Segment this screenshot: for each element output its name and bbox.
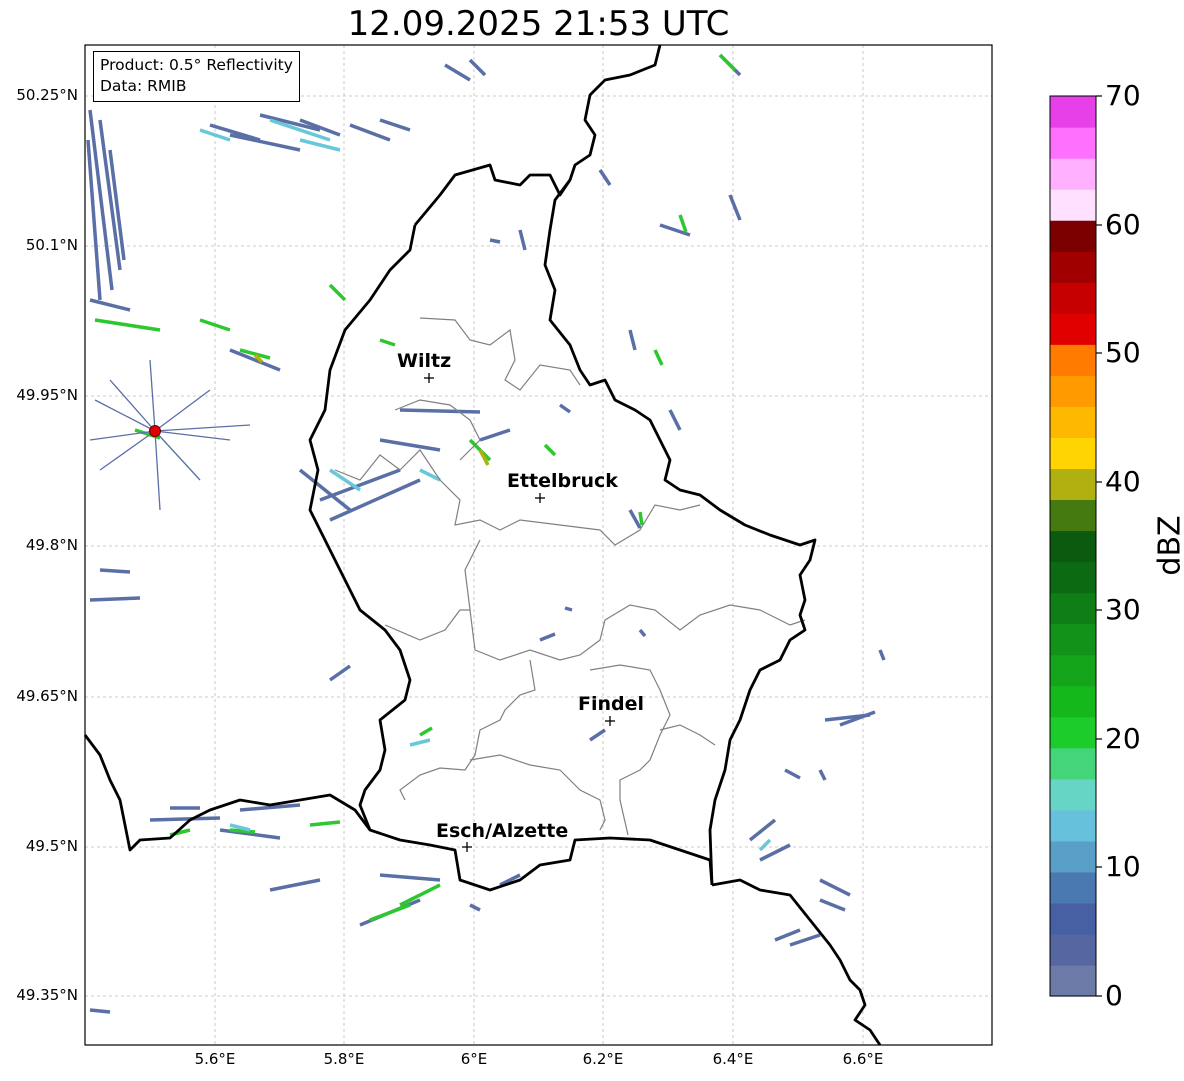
colorbar-segment: [1050, 654, 1096, 687]
colorbar-segment: [1050, 468, 1096, 501]
lat-label: 50.1°N: [25, 236, 78, 254]
colorbar-tick-label: 0: [1105, 979, 1123, 1012]
colorbar-segment: [1050, 840, 1096, 873]
city-label-wiltz: Wiltz: [397, 350, 452, 372]
colorbar-segment: [1050, 96, 1096, 128]
lon-label: 5.6°E: [194, 1050, 236, 1068]
lon-label: 6.2°E: [582, 1050, 624, 1068]
radar-map: [83, 44, 1102, 1046]
colorbar-segment: [1050, 313, 1096, 345]
colorbar-segment: [1050, 747, 1096, 780]
colorbar-segment: [1050, 716, 1096, 749]
colorbar-segment: [1050, 282, 1096, 314]
lat-label: 49.65°N: [16, 687, 78, 705]
lat-label: 49.5°N: [25, 837, 78, 855]
colorbar-segment: [1050, 964, 1096, 997]
colorbar-tick-label: 50: [1105, 336, 1141, 369]
colorbar-segment: [1050, 530, 1096, 563]
colorbar-segment: [1050, 251, 1096, 283]
lat-label: 49.95°N: [16, 386, 78, 404]
colorbar-segment: [1050, 437, 1096, 470]
colorbar-tick-label: 30: [1105, 593, 1141, 626]
city-label-ettelbruck: Ettelbruck: [507, 470, 618, 492]
colorbar-tick-label: 40: [1105, 465, 1141, 498]
colorbar-tick-label: 10: [1105, 850, 1141, 883]
colorbar-tick-label: 60: [1105, 208, 1141, 241]
radar-site-marker: [149, 425, 161, 437]
colorbar-segment: [1050, 127, 1096, 159]
colorbar-segment: [1050, 685, 1096, 718]
map-frame: [85, 45, 992, 1045]
colorbar-tick-label: 70: [1105, 79, 1141, 112]
colorbar-segment: [1050, 158, 1096, 190]
colorbar-segment: [1050, 933, 1096, 966]
colorbar-segment: [1050, 406, 1096, 438]
colorbar-segment: [1050, 561, 1096, 594]
product-info-box: Product: 0.5° Reflectivity Data: RMIB: [93, 51, 300, 102]
colorbar-segment: [1050, 871, 1096, 904]
lon-label: 5.8°E: [323, 1050, 365, 1068]
colorbar-segment: [1050, 623, 1096, 656]
colorbar-segment: [1050, 189, 1096, 221]
colorbar: [1050, 96, 1096, 997]
lon-label: 6°E: [460, 1050, 488, 1068]
colorbar-segment: [1050, 220, 1096, 252]
colorbar-segment: [1050, 344, 1096, 376]
colorbar-segment: [1050, 592, 1096, 625]
colorbar-tick-marks: [1096, 95, 1102, 997]
lon-label: 6.6°E: [842, 1050, 884, 1068]
colorbar-segment: [1050, 499, 1096, 532]
colorbar-label: dBZ: [1152, 515, 1184, 576]
colorbar-segment: [1050, 375, 1096, 407]
lat-label: 50.25°N: [16, 86, 78, 104]
colorbar-segment: [1050, 778, 1096, 811]
product-label: Product: 0.5° Reflectivity: [100, 56, 293, 74]
colorbar-segment: [1050, 902, 1096, 935]
lon-label: 6.4°E: [712, 1050, 754, 1068]
data-source-label: Data: RMIB: [100, 77, 187, 95]
city-label-esch-alzette: Esch/Alzette: [436, 820, 569, 842]
city-label-findel: Findel: [578, 693, 645, 715]
colorbar-segment: [1050, 809, 1096, 842]
lat-label: 49.35°N: [16, 986, 78, 1004]
colorbar-tick-label: 20: [1105, 722, 1141, 755]
lat-label: 49.8°N: [25, 536, 78, 554]
